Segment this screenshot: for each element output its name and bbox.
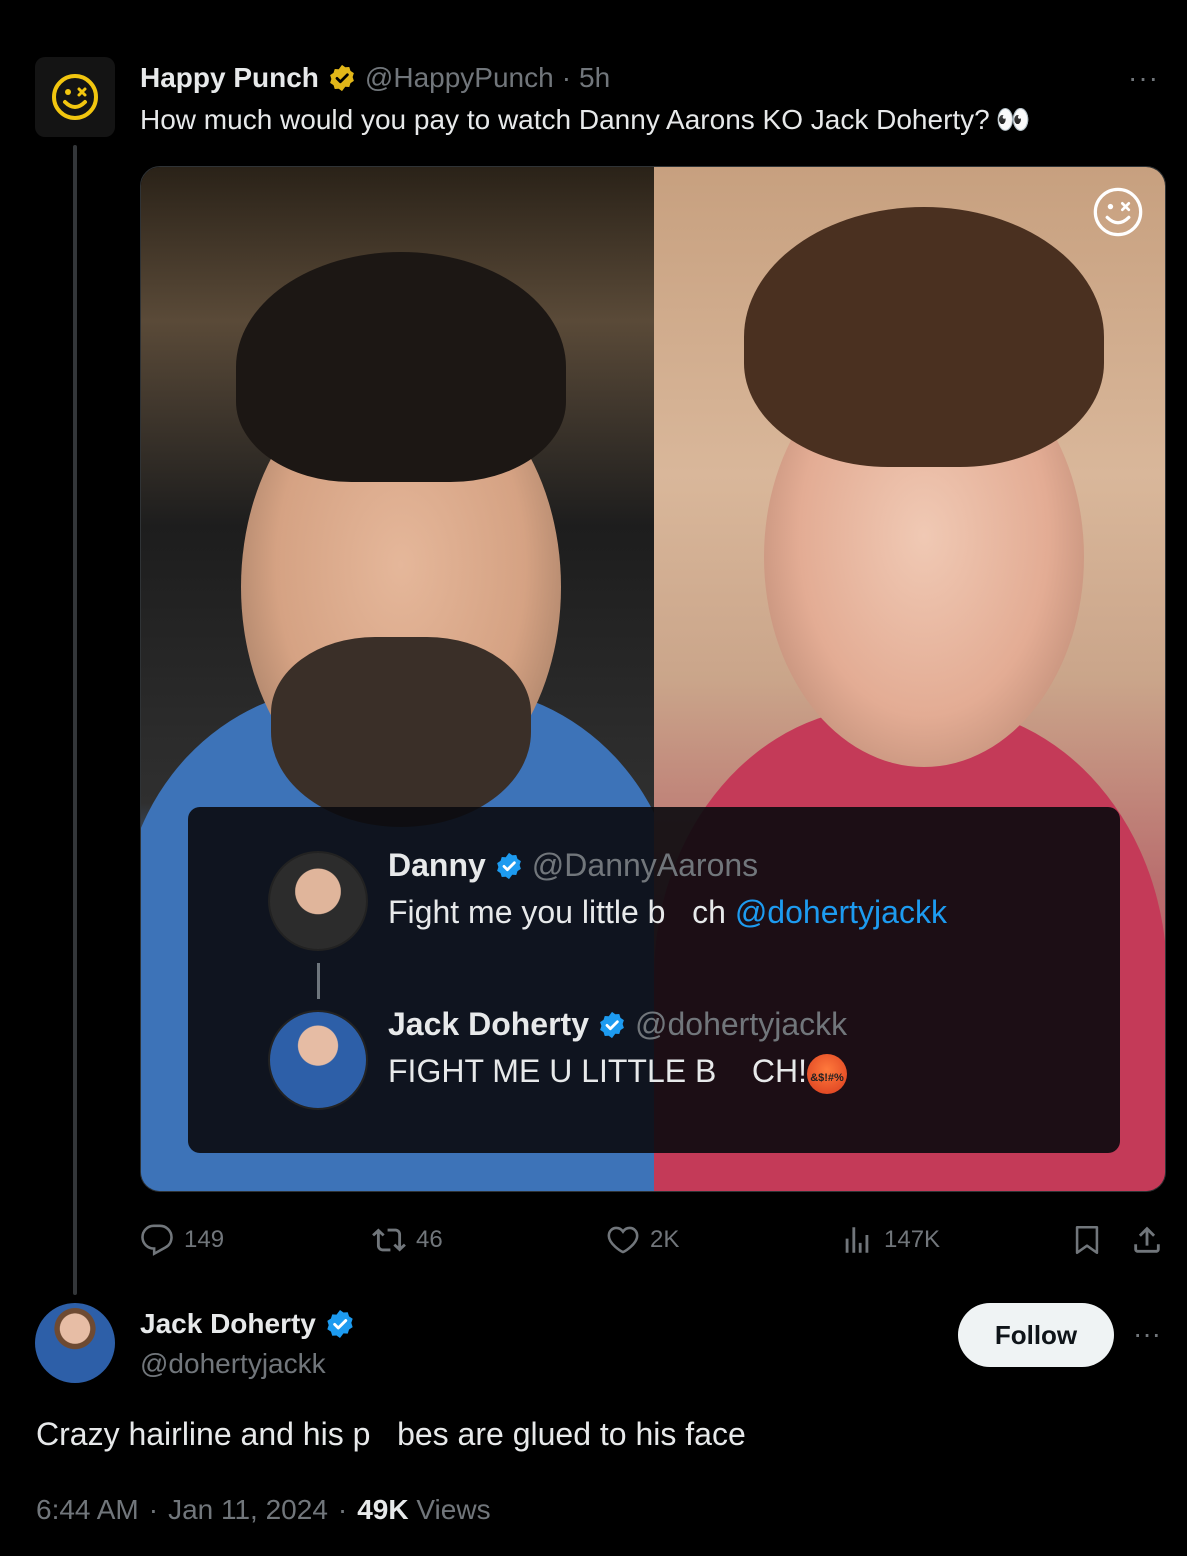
reply-views[interactable]: 49K Views (357, 1494, 490, 1526)
parent-author-name[interactable]: Happy Punch (140, 62, 319, 94)
quote-2-handle: @dohertyjackk (634, 1006, 848, 1042)
views-count: 147K (884, 1226, 941, 1253)
follow-button[interactable]: Follow (958, 1303, 1114, 1367)
tweet-actions-bar: 149 46 2K 147K (140, 1218, 1170, 1262)
verified-gold-badge-icon (330, 64, 354, 92)
meta-separator: · (148, 1494, 159, 1525)
angry-cursing-emoji-icon: &$!#% (807, 1053, 848, 1094)
retweet-count: 46 (416, 1226, 443, 1253)
reply-views-label: Views (416, 1494, 491, 1525)
views-chart-icon (845, 1227, 869, 1253)
smiley-logo-icon (52, 74, 98, 120)
reply-author-handle[interactable]: @dohertyjackk (140, 1348, 326, 1380)
parent-tweet-body: How much would you pay to watch Danny Aa… (140, 103, 1031, 136)
quote-1-name: Danny (388, 847, 486, 883)
quote-2-header: Jack Doherty @dohertyjackk (388, 1006, 847, 1043)
quoted-tweets-card: Danny @DannyAarons Fight me you little b… (188, 807, 1120, 1153)
retweet-button[interactable]: 46 (372, 1218, 443, 1262)
quote-2-text: FIGHT ME U LITTLE B CH! &$!#% (388, 1053, 848, 1094)
eyes-emoji: 👀 (995, 104, 1031, 135)
header-separator: · (561, 62, 572, 93)
reply-time[interactable]: 6:44 AM (36, 1494, 139, 1526)
reply-more-button[interactable]: ··· (1133, 1318, 1161, 1350)
reply-views-count: 49K (357, 1494, 409, 1525)
quote-1-text: Fight me you little b ch @dohertyjackk (388, 894, 947, 931)
jack-avatar-small (268, 1010, 368, 1110)
reply-date[interactable]: Jan 11, 2024 (168, 1494, 328, 1526)
reply-tweet-text: Crazy hairline and his p bes are glued t… (36, 1416, 746, 1452)
meta-separator: · (337, 1494, 348, 1525)
reply-author-header: Jack Doherty (140, 1305, 356, 1343)
parent-tweet-time[interactable]: 5h (579, 62, 610, 94)
verified-blue-badge-icon (600, 1011, 624, 1038)
verified-blue-badge-icon (496, 852, 521, 879)
like-count: 2K (650, 1226, 680, 1253)
quote-1-header: Danny @DannyAarons (388, 847, 758, 884)
parent-more-button[interactable]: ··· (1128, 62, 1159, 94)
quote-2-name: Jack Doherty (388, 1006, 589, 1042)
tweet-media-image[interactable]: Danny @DannyAarons Fight me you little b… (140, 166, 1166, 1192)
danny-avatar (268, 851, 368, 951)
like-button[interactable]: 2K (606, 1218, 679, 1262)
share-button[interactable] (1130, 1218, 1164, 1262)
views-button[interactable]: 147K (840, 1218, 940, 1262)
reply-icon (141, 1224, 173, 1256)
reply-count: 149 (184, 1226, 225, 1253)
thread-connector-line (73, 145, 77, 1295)
quote-1-mention: @dohertyjackk (734, 894, 947, 930)
smiley-watermark-icon (1093, 187, 1143, 237)
quote-1-handle: @DannyAarons (531, 847, 759, 883)
bookmark-icon (1075, 1225, 1099, 1255)
danny-hair (236, 252, 566, 482)
quote-connector-line (317, 963, 320, 999)
parent-author-handle[interactable]: @HappyPunch (365, 62, 554, 94)
retweet-icon (372, 1228, 406, 1252)
reply-button[interactable]: 149 (140, 1218, 224, 1262)
quote-1-body: Fight me you little b ch (388, 894, 735, 930)
verified-blue-badge-icon (327, 1310, 353, 1338)
parent-tweet-text: How much would you pay to watch Danny Aa… (140, 103, 990, 135)
parent-tweet-header: Happy Punch @HappyPunch · 5h (140, 60, 610, 96)
jack-hair (744, 207, 1104, 467)
danny-beard (271, 637, 531, 827)
heart-icon (607, 1226, 639, 1254)
happy-punch-avatar[interactable] (35, 57, 115, 137)
jack-doherty-avatar[interactable] (35, 1303, 115, 1383)
reply-meta: 6:44 AM · Jan 11, 2024 · 49K Views (36, 1494, 491, 1526)
bookmark-button[interactable] (1070, 1218, 1104, 1262)
reply-author-name[interactable]: Jack Doherty (140, 1308, 316, 1340)
quote-2-body: FIGHT ME U LITTLE B CH! (388, 1053, 808, 1089)
share-icon (1134, 1226, 1160, 1253)
